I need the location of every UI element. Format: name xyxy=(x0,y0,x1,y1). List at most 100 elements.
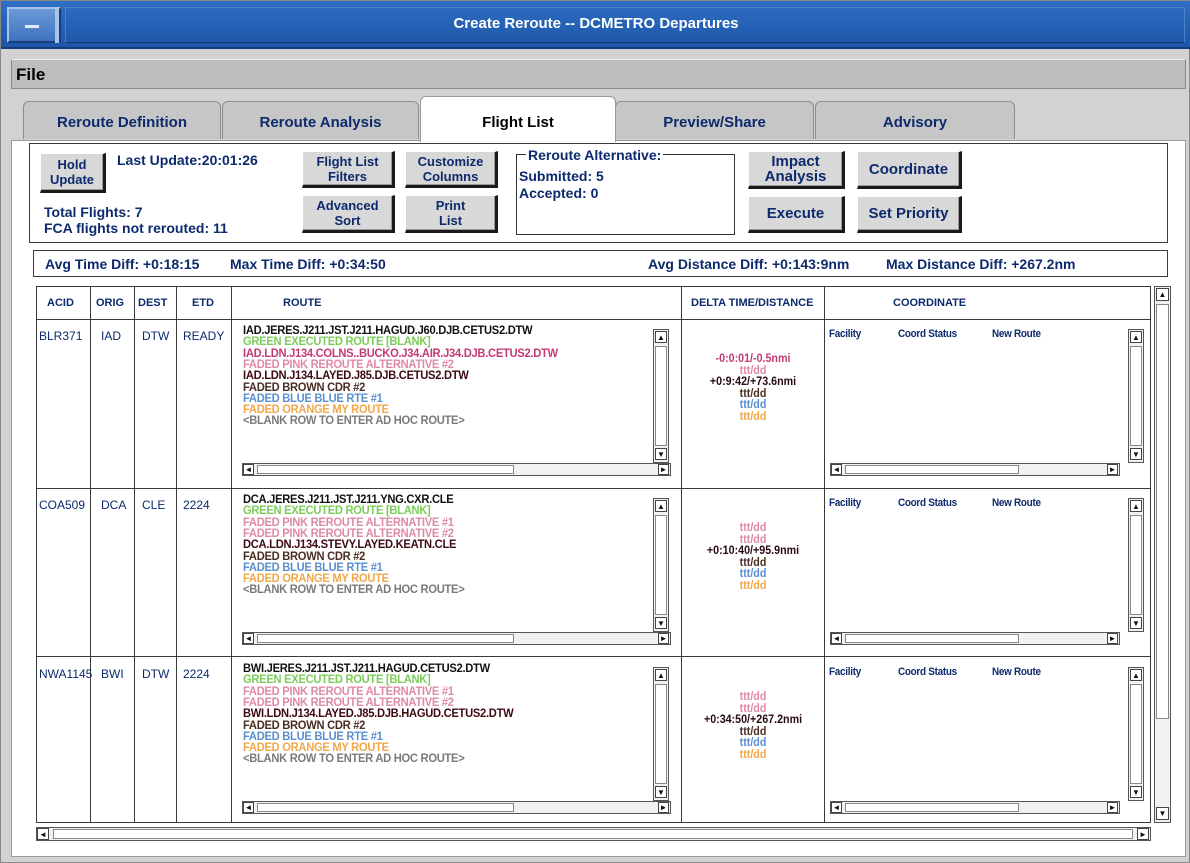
scroll-down-icon[interactable]: ▼ xyxy=(655,617,667,629)
tab-advisory[interactable]: Advisory xyxy=(815,101,1015,139)
scroll-right-icon[interactable]: ► xyxy=(1107,802,1118,813)
column-header-delta[interactable]: DELTA TIME/DISTANCE xyxy=(691,297,813,309)
scroll-down-icon[interactable]: ▼ xyxy=(1156,807,1169,820)
coordinate-vertical-scrollbar[interactable]: ▲ ▼ xyxy=(1128,329,1144,463)
column-header-coordinate[interactable]: COORDINATE xyxy=(893,297,966,309)
scroll-right-icon[interactable]: ► xyxy=(1107,464,1118,475)
delta-value: ttt/dd xyxy=(739,748,767,761)
scroll-up-icon[interactable]: ▲ xyxy=(1156,288,1169,301)
column-header-route[interactable]: ROUTE xyxy=(283,297,322,309)
scroll-down-icon[interactable]: ▼ xyxy=(1130,448,1142,460)
scroll-thumb[interactable] xyxy=(655,684,667,784)
row-divider xyxy=(36,488,1151,489)
scroll-thumb[interactable] xyxy=(257,634,514,643)
column-header-acid[interactable]: ACID xyxy=(47,297,74,309)
coord-facility-header: Facility xyxy=(829,666,861,678)
scroll-up-icon[interactable]: ▲ xyxy=(1130,669,1142,681)
scroll-up-icon[interactable]: ▲ xyxy=(1130,500,1142,512)
col-divider xyxy=(231,286,232,823)
scroll-thumb[interactable] xyxy=(53,829,1133,839)
print-list-button[interactable]: Print List xyxy=(405,195,498,233)
scroll-right-icon[interactable]: ► xyxy=(1137,828,1149,840)
route-vertical-scrollbar[interactable]: ▲ ▼ xyxy=(653,498,669,632)
file-menu[interactable]: File xyxy=(16,65,45,85)
scroll-left-icon[interactable]: ◄ xyxy=(243,464,254,475)
coord-facility-header: Facility xyxy=(829,328,861,340)
coord-new-route-header: New Route xyxy=(992,497,1041,509)
route-vertical-scrollbar[interactable]: ▲ ▼ xyxy=(653,329,669,463)
impact-analysis-button[interactable]: Impact Analysis xyxy=(748,151,845,189)
scroll-thumb[interactable] xyxy=(1130,346,1142,446)
column-header-etd[interactable]: ETD xyxy=(192,297,214,309)
tab-reroute-definition[interactable]: Reroute Definition xyxy=(23,101,221,139)
route-line[interactable]: <BLANK ROW TO ENTER AD HOC ROUTE> xyxy=(243,414,465,426)
total-flights-label: Total Flights: 7 xyxy=(44,204,143,220)
window-title: Create Reroute -- DCMETRO Departures xyxy=(453,15,739,32)
execute-button[interactable]: Execute xyxy=(748,196,845,233)
coord-new-route-header: New Route xyxy=(992,666,1041,678)
print-list-label: Print List xyxy=(435,198,466,228)
tab-flight-list[interactable]: Flight List xyxy=(420,96,616,142)
coordinate-vertical-scrollbar[interactable]: ▲ ▼ xyxy=(1128,667,1144,801)
scroll-down-icon[interactable]: ▼ xyxy=(1130,617,1142,629)
route-horizontal-scrollbar[interactable]: ◄ ► xyxy=(242,463,671,476)
scroll-thumb[interactable] xyxy=(1130,684,1142,784)
scroll-right-icon[interactable]: ► xyxy=(658,464,669,475)
route-horizontal-scrollbar[interactable]: ◄ ► xyxy=(242,801,671,814)
scroll-up-icon[interactable]: ▲ xyxy=(655,500,667,512)
orig-cell: IAD xyxy=(101,329,122,343)
coordinate-horizontal-scrollbar[interactable]: ◄ ► xyxy=(830,801,1120,814)
flight-list-filters-button[interactable]: Flight List Filters xyxy=(302,151,395,188)
scroll-left-icon[interactable]: ◄ xyxy=(37,828,49,840)
scroll-right-icon[interactable]: ► xyxy=(658,802,669,813)
column-header-dest[interactable]: DEST xyxy=(138,297,167,309)
route-horizontal-scrollbar[interactable]: ◄ ► xyxy=(242,632,671,645)
last-update-label: Last Update:20:01:26 xyxy=(117,152,258,168)
scroll-left-icon[interactable]: ◄ xyxy=(243,633,254,644)
column-header-orig[interactable]: ORIG xyxy=(96,297,124,309)
coordinate-label: Coordinate xyxy=(868,160,949,178)
scroll-up-icon[interactable]: ▲ xyxy=(1130,331,1142,343)
coordinate-horizontal-scrollbar[interactable]: ◄ ► xyxy=(830,463,1120,476)
advanced-sort-button[interactable]: Advanced Sort xyxy=(302,195,395,233)
scroll-up-icon[interactable]: ▲ xyxy=(655,331,667,343)
set-priority-button[interactable]: Set Priority xyxy=(857,196,962,233)
advanced-sort-label: Advanced Sort xyxy=(316,198,379,228)
table-vertical-scrollbar[interactable]: ▲ ▼ xyxy=(1154,286,1171,823)
coordinate-vertical-scrollbar[interactable]: ▲ ▼ xyxy=(1128,498,1144,632)
scroll-down-icon[interactable]: ▼ xyxy=(1130,786,1142,798)
scroll-thumb[interactable] xyxy=(845,634,1019,643)
route-line[interactable]: <BLANK ROW TO ENTER AD HOC ROUTE> xyxy=(243,583,465,595)
dest-cell: CLE xyxy=(142,498,166,512)
tab-reroute-analysis[interactable]: Reroute Analysis xyxy=(222,101,419,139)
coordinate-horizontal-scrollbar[interactable]: ◄ ► xyxy=(830,632,1120,645)
scroll-down-icon[interactable]: ▼ xyxy=(655,786,667,798)
orig-cell: BWI xyxy=(101,667,124,681)
route-vertical-scrollbar[interactable]: ▲ ▼ xyxy=(653,667,669,801)
scroll-thumb[interactable] xyxy=(655,346,667,446)
table-horizontal-scrollbar[interactable]: ◄ ► xyxy=(36,827,1151,841)
scroll-right-icon[interactable]: ► xyxy=(1107,633,1118,644)
scroll-left-icon[interactable]: ◄ xyxy=(243,802,254,813)
scroll-thumb[interactable] xyxy=(655,515,667,615)
scroll-down-icon[interactable]: ▼ xyxy=(655,448,667,460)
hold-update-button[interactable]: Hold Update xyxy=(40,153,106,193)
scroll-left-icon[interactable]: ◄ xyxy=(831,633,842,644)
scroll-thumb[interactable] xyxy=(257,465,514,474)
tab-preview-share[interactable]: Preview/Share xyxy=(615,101,814,139)
scroll-thumb[interactable] xyxy=(845,803,1019,812)
route-line[interactable]: <BLANK ROW TO ENTER AD HOC ROUTE> xyxy=(243,752,465,764)
scroll-thumb[interactable] xyxy=(845,465,1019,474)
col-divider xyxy=(824,286,825,823)
reroute-alternative-title: Reroute Alternative: xyxy=(526,147,664,163)
scroll-right-icon[interactable]: ► xyxy=(658,633,669,644)
coordinate-button[interactable]: Coordinate xyxy=(857,151,962,189)
scroll-thumb[interactable] xyxy=(257,803,514,812)
delta-value: ttt/dd xyxy=(739,579,767,592)
scroll-up-icon[interactable]: ▲ xyxy=(655,669,667,681)
scroll-left-icon[interactable]: ◄ xyxy=(831,802,842,813)
scroll-left-icon[interactable]: ◄ xyxy=(831,464,842,475)
scroll-thumb[interactable] xyxy=(1156,304,1169,719)
customize-columns-button[interactable]: Customize Columns xyxy=(405,151,498,188)
scroll-thumb[interactable] xyxy=(1130,515,1142,615)
